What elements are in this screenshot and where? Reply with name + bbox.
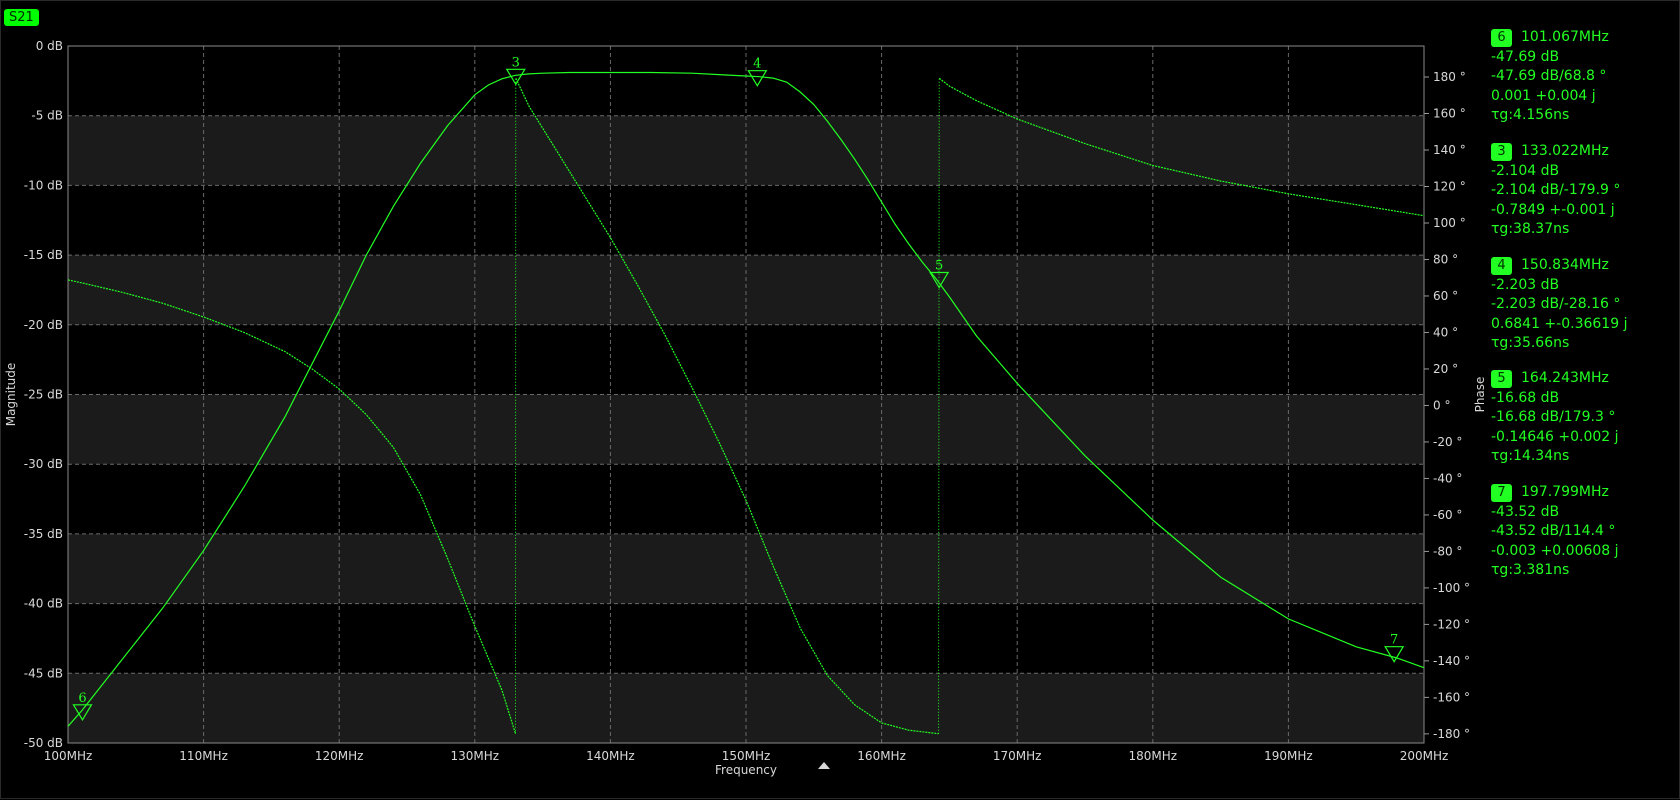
marker-badge[interactable]: 4 bbox=[1491, 257, 1512, 275]
marker-magnitude: -16.68 dB bbox=[1491, 389, 1619, 409]
y-tick-label: -40 dB bbox=[24, 597, 63, 611]
x-tick-label: 170MHz bbox=[993, 749, 1042, 763]
x-tick-label: 190MHz bbox=[1264, 749, 1313, 763]
y2-tick-label: 60 ° bbox=[1433, 289, 1458, 303]
y-tick-label: -10 dB bbox=[24, 178, 63, 192]
x-axis-label: Frequency bbox=[715, 763, 777, 777]
y2-tick-label: -40 ° bbox=[1433, 471, 1462, 485]
marker-readout-5[interactable]: 5 164.243MHz-16.68 dB-16.68 dB/179.3 °-0.… bbox=[1491, 369, 1619, 467]
y-tick-label: -50 dB bbox=[24, 736, 63, 750]
y2-tick-label: -60 ° bbox=[1433, 508, 1462, 522]
marker-complex: -0.003 +0.00608 j bbox=[1491, 542, 1619, 562]
y-tick-label: -20 dB bbox=[24, 318, 63, 332]
y2-tick-label: 0 ° bbox=[1433, 398, 1450, 412]
marker-magnitude: -43.52 dB bbox=[1491, 503, 1619, 523]
y2-tick-label: -80 ° bbox=[1433, 544, 1462, 558]
marker-group-delay: τg:4.156ns bbox=[1491, 106, 1609, 126]
marker-readout-header: 7 197.799MHz bbox=[1491, 483, 1619, 503]
x-tick-label: 100MHz bbox=[44, 749, 93, 763]
marker-readout-header: 6 101.067MHz bbox=[1491, 28, 1609, 48]
marker-badge[interactable]: 3 bbox=[1491, 143, 1512, 161]
marker-badge[interactable]: 6 bbox=[1491, 29, 1512, 47]
marker-label: 7 bbox=[1390, 633, 1398, 648]
s21-chart[interactable]: 0 dB -5 dB -10 dB -15 dB -20 dB -25 dB -30 dB -… bbox=[1, 1, 1680, 800]
marker-readout-header: 3 133.022MHz bbox=[1491, 142, 1620, 162]
marker-readout-3[interactable]: 3 133.022MHz-2.104 dB-2.104 dB/-179.9 °-0… bbox=[1491, 142, 1620, 240]
y-tick-label: -25 dB bbox=[24, 388, 63, 402]
y2-tick-label: 100 ° bbox=[1433, 216, 1466, 230]
x-tick-label: 150MHz bbox=[722, 749, 771, 763]
marker-readout-header: 5 164.243MHz bbox=[1491, 369, 1619, 389]
marker-badge[interactable]: 5 bbox=[1491, 370, 1512, 388]
y2-tick-label: 20 ° bbox=[1433, 362, 1458, 376]
trace-tag-s21[interactable]: S21 bbox=[4, 9, 39, 26]
x-tick-label: 160MHz bbox=[857, 749, 906, 763]
marker-badge[interactable]: 7 bbox=[1491, 484, 1512, 502]
y-tick-label: 0 dB bbox=[36, 39, 63, 53]
y2-tick-label: 120 ° bbox=[1433, 179, 1466, 193]
y2-tick-label: -100 ° bbox=[1433, 581, 1470, 595]
scroll-caret-icon[interactable] bbox=[818, 762, 830, 769]
x-tick-label: 120MHz bbox=[315, 749, 364, 763]
marker-frequency: 101.067MHz bbox=[1521, 28, 1609, 48]
y2-tick-label: -120 ° bbox=[1433, 617, 1470, 631]
marker-frequency: 133.022MHz bbox=[1521, 142, 1609, 162]
x-tick-label: 110MHz bbox=[179, 749, 228, 763]
marker-frequency: 197.799MHz bbox=[1521, 483, 1609, 503]
y-tick-label: -45 dB bbox=[24, 666, 63, 680]
y-tick-label: -15 dB bbox=[24, 248, 63, 262]
x-tick-label: 140MHz bbox=[586, 749, 635, 763]
x-tick-label: 200MHz bbox=[1400, 749, 1449, 763]
marker-complex: 0.6841 +-0.36619 j bbox=[1491, 315, 1627, 335]
y2-tick-label: 180 ° bbox=[1433, 70, 1466, 84]
marker-triangle-icon[interactable] bbox=[748, 71, 766, 86]
marker-mag-phase: -2.203 dB/-28.16 ° bbox=[1491, 295, 1627, 315]
marker-label: 4 bbox=[753, 57, 761, 72]
y2-axis-label: Phase bbox=[1473, 377, 1487, 413]
y2-tick-label: 140 ° bbox=[1433, 143, 1466, 157]
marker-complex: -0.14646 +0.002 j bbox=[1491, 428, 1619, 448]
marker-readout-6[interactable]: 6 101.067MHz-47.69 dB-47.69 dB/68.8 °0.00… bbox=[1491, 28, 1609, 126]
y2-tick-label: -20 ° bbox=[1433, 435, 1462, 449]
y-tick-label: -30 dB bbox=[24, 457, 63, 471]
y2-tick-label: -180 ° bbox=[1433, 727, 1470, 741]
marker-label: 3 bbox=[512, 55, 520, 70]
marker-frequency: 164.243MHz bbox=[1521, 369, 1609, 389]
y-tick-label: -35 dB bbox=[24, 527, 63, 541]
marker-frequency: 150.834MHz bbox=[1521, 256, 1609, 276]
marker-group-delay: τg:35.66ns bbox=[1491, 334, 1627, 354]
marker-readout-4[interactable]: 4 150.834MHz-2.203 dB-2.203 dB/-28.16 °0.… bbox=[1491, 256, 1627, 354]
marker-magnitude: -2.104 dB bbox=[1491, 162, 1620, 182]
marker-mag-phase: -47.69 dB/68.8 ° bbox=[1491, 67, 1609, 87]
marker-mag-phase: -43.52 dB/114.4 ° bbox=[1491, 522, 1619, 542]
y-axis-label: Magnitude bbox=[4, 363, 18, 427]
y2-tick-label: 160 ° bbox=[1433, 107, 1466, 121]
marker-4[interactable]: 4 bbox=[748, 57, 766, 86]
marker-mag-phase: -16.68 dB/179.3 ° bbox=[1491, 408, 1619, 428]
marker-readout-header: 4 150.834MHz bbox=[1491, 256, 1627, 276]
x-tick-label: 130MHz bbox=[451, 749, 500, 763]
y2-tick-label: -160 ° bbox=[1433, 690, 1470, 704]
marker-magnitude: -47.69 dB bbox=[1491, 48, 1609, 68]
marker-group-delay: τg:38.37ns bbox=[1491, 220, 1620, 240]
marker-label: 6 bbox=[78, 691, 86, 706]
marker-complex: -0.7849 +-0.001 j bbox=[1491, 201, 1620, 221]
marker-3[interactable]: 3 bbox=[507, 55, 525, 84]
y-tick-label: -5 dB bbox=[31, 109, 63, 123]
analyzer-window: 0 dB -5 dB -10 dB -15 dB -20 dB -25 dB -30 dB -… bbox=[0, 0, 1680, 799]
marker-readout-7[interactable]: 7 197.799MHz-43.52 dB-43.52 dB/114.4 °-0.… bbox=[1491, 483, 1619, 581]
marker-mag-phase: -2.104 dB/-179.9 ° bbox=[1491, 181, 1620, 201]
marker-label: 5 bbox=[935, 259, 943, 274]
marker-group-delay: τg:14.34ns bbox=[1491, 447, 1619, 467]
y2-tick-label: 40 ° bbox=[1433, 325, 1458, 339]
marker-magnitude: -2.203 dB bbox=[1491, 276, 1627, 296]
y2-tick-label: 80 ° bbox=[1433, 252, 1458, 266]
y2-tick-label: -140 ° bbox=[1433, 654, 1470, 668]
marker-group-delay: τg:3.381ns bbox=[1491, 561, 1619, 581]
x-tick-label: 180MHz bbox=[1129, 749, 1178, 763]
marker-complex: 0.001 +0.004 j bbox=[1491, 87, 1609, 107]
